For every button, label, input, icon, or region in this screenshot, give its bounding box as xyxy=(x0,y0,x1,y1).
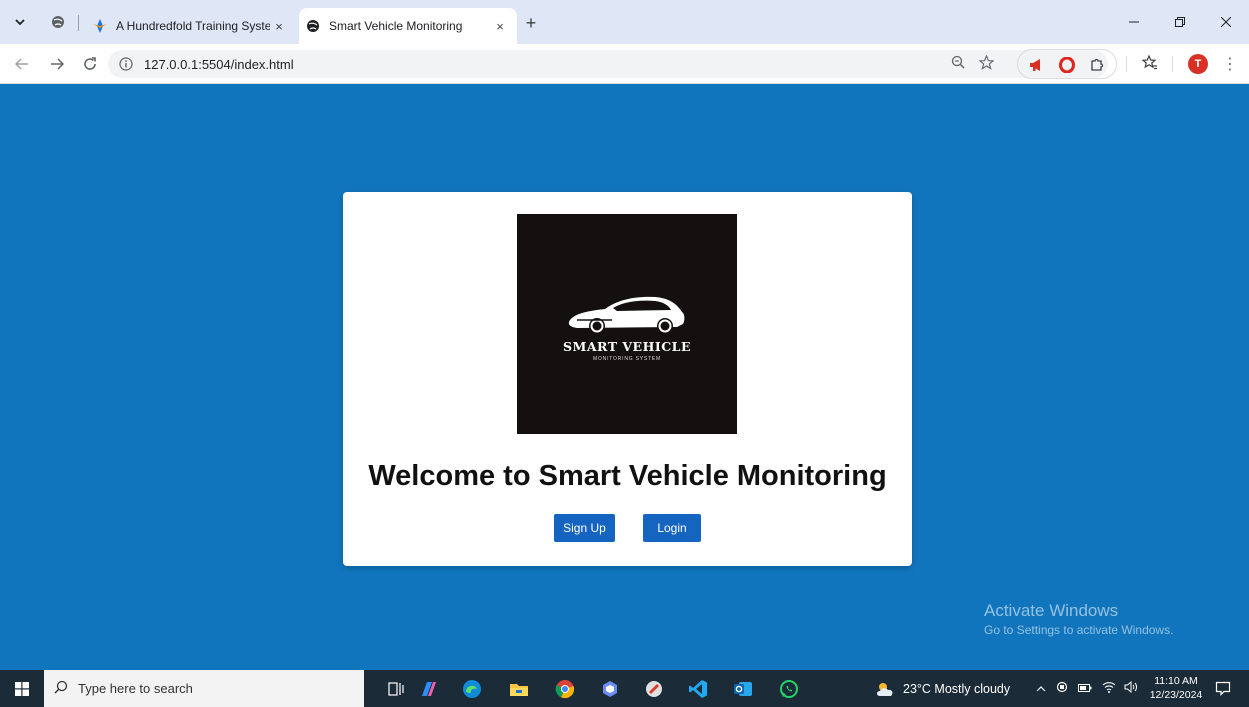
copilot-icon[interactable] xyxy=(415,675,443,703)
back-arrow-icon xyxy=(15,58,28,70)
task-view-icon[interactable] xyxy=(382,675,410,703)
edge-icon[interactable] xyxy=(458,675,486,703)
close-tab-icon[interactable]: × xyxy=(270,17,288,35)
whatsapp-icon[interactable] xyxy=(775,675,803,703)
site-info-icon[interactable] xyxy=(118,56,134,72)
windows-taskbar: Type here to search 23°C Mostly cloudy 1… xyxy=(0,670,1249,707)
weather-widget[interactable]: 23°C Mostly cloudy xyxy=(875,670,1010,707)
system-tray xyxy=(1036,670,1138,707)
forward-button[interactable] xyxy=(45,52,69,76)
close-window-button[interactable] xyxy=(1203,0,1249,44)
megaphone-extension-icon[interactable] xyxy=(1028,56,1046,74)
tab-title: A Hundredfold Training System xyxy=(116,19,270,33)
weather-text: 23°C Mostly cloudy xyxy=(903,681,1011,696)
extensions-group xyxy=(1017,49,1117,79)
search-placeholder: Type here to search xyxy=(78,681,193,696)
globe-icon xyxy=(305,18,321,34)
tab-hundredfold[interactable]: A Hundredfold Training System × xyxy=(86,8,296,44)
reload-icon xyxy=(84,57,96,70)
wifi-icon[interactable] xyxy=(1102,681,1116,696)
chrome-icon[interactable] xyxy=(551,675,579,703)
tab-strip: A Hundredfold Training System × Smart Ve… xyxy=(0,0,1249,44)
activate-windows-title: Activate Windows xyxy=(984,601,1119,620)
clock-time: 11:10 AM xyxy=(1154,675,1198,687)
login-button[interactable]: Login xyxy=(643,514,701,542)
tab-smart-vehicle[interactable]: Smart Vehicle Monitoring × xyxy=(299,8,517,44)
logo-tagline-text: MONITORING SYSTEM xyxy=(593,356,661,362)
forward-arrow-icon xyxy=(51,58,64,70)
outlook-icon[interactable] xyxy=(729,675,757,703)
volume-icon[interactable] xyxy=(1124,680,1138,696)
pinned-tab[interactable] xyxy=(47,11,69,33)
car-icon xyxy=(568,296,685,334)
new-tab-button[interactable]: + xyxy=(520,12,542,34)
opera-extension-icon[interactable] xyxy=(1058,56,1076,74)
page-title: Welcome to Smart Vehicle Monitoring xyxy=(368,460,887,492)
vscode-icon[interactable] xyxy=(684,675,712,703)
tab-title: Smart Vehicle Monitoring xyxy=(329,19,463,33)
close-tab-icon[interactable]: × xyxy=(491,17,509,35)
activate-windows-subtitle: Go to Settings to activate Windows. xyxy=(984,623,1174,637)
globe-icon xyxy=(52,16,64,28)
puzzle-extensions-icon[interactable] xyxy=(1088,56,1106,74)
chevron-down-icon xyxy=(15,19,25,26)
more-menu-icon[interactable]: ⋮ xyxy=(1222,54,1238,74)
close-icon xyxy=(1221,17,1231,27)
page-viewport: SMART VEHICLE MONITORING SYSTEM Welcome … xyxy=(0,85,1249,670)
minimize-button[interactable] xyxy=(1111,0,1157,44)
tab-search-button[interactable] xyxy=(9,11,31,33)
zoom-icon[interactable] xyxy=(946,50,970,74)
window-controls xyxy=(1111,0,1249,44)
activate-windows-watermark: Activate Windows Go to Settings to activ… xyxy=(984,601,1173,637)
notification-center-icon[interactable] xyxy=(1213,678,1233,698)
tab-separator xyxy=(78,15,79,31)
minimize-icon xyxy=(1129,21,1139,23)
smart-vehicle-logo: SMART VEHICLE MONITORING SYSTEM xyxy=(517,214,737,434)
toolbar-divider xyxy=(1172,56,1173,72)
profile-avatar[interactable]: T xyxy=(1188,54,1208,74)
reload-button[interactable] xyxy=(78,52,102,76)
app-hexagon-icon[interactable] xyxy=(596,675,624,703)
hundredfold-favicon-icon xyxy=(92,18,108,34)
restore-icon xyxy=(1175,17,1185,27)
back-button[interactable] xyxy=(10,52,34,76)
welcome-card: SMART VEHICLE MONITORING SYSTEM Welcome … xyxy=(343,192,912,566)
bookmark-star-icon[interactable] xyxy=(974,50,998,74)
start-button[interactable] xyxy=(0,670,44,707)
meet-now-icon[interactable] xyxy=(1056,681,1068,696)
search-icon xyxy=(54,680,68,697)
restore-button[interactable] xyxy=(1157,0,1203,44)
taskbar-search[interactable]: Type here to search xyxy=(44,670,364,707)
bookmarks-list-icon[interactable] xyxy=(1138,50,1162,74)
taskbar-clock[interactable]: 11:10 AM 12/23/2024 xyxy=(1146,674,1206,702)
cloud-sun-icon xyxy=(877,682,893,696)
logo-brand-text: SMART VEHICLE xyxy=(562,339,692,354)
chevron-up-icon[interactable] xyxy=(1036,682,1046,696)
app-red-icon[interactable] xyxy=(640,675,668,703)
browser-toolbar: 127.0.0.1:5504/index.html T ⋮ xyxy=(0,44,1249,84)
battery-icon[interactable] xyxy=(1078,682,1092,696)
file-explorer-icon[interactable] xyxy=(505,675,533,703)
toolbar-divider xyxy=(1126,56,1127,72)
windows-logo-icon xyxy=(15,681,29,696)
clock-date: 12/23/2024 xyxy=(1149,689,1203,701)
sign-up-button[interactable]: Sign Up xyxy=(554,514,615,542)
